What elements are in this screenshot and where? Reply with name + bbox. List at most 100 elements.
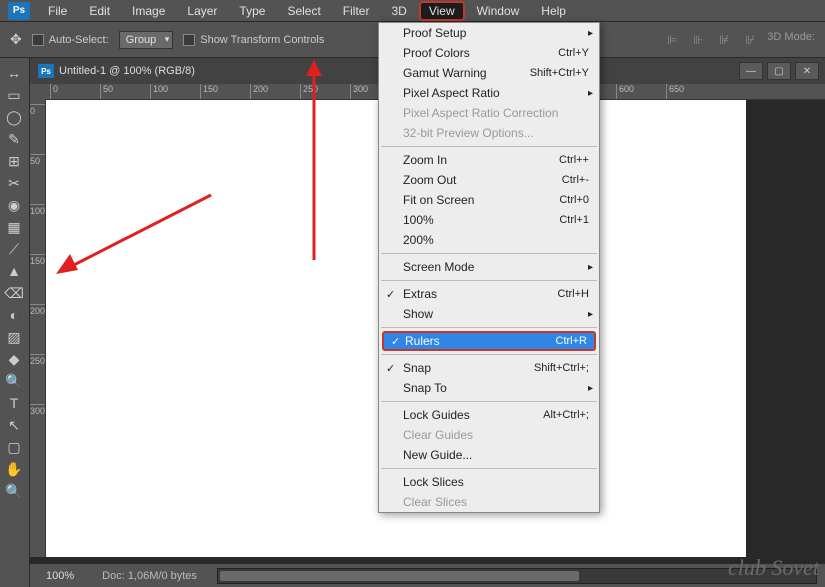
brush-tool[interactable]: ▦ [0,216,28,238]
auto-select-checkbox[interactable]: Auto-Select: [32,34,109,46]
check-icon: ✓ [391,335,400,348]
menu-file[interactable]: File [38,1,77,21]
path-select-tool[interactable]: ↖ [0,414,28,436]
menu-image[interactable]: Image [122,1,175,21]
vertical-ruler[interactable]: 0 50 100 150 200 250 300 [30,100,46,557]
menu-item-zoom-out[interactable]: Zoom OutCtrl+- [379,170,599,190]
distribute-icon[interactable]: ⊮ [741,31,759,49]
menu-select[interactable]: Select [277,1,330,21]
minimize-button[interactable]: — [739,62,763,80]
menu-edit[interactable]: Edit [79,1,120,21]
menu-item-rulers[interactable]: ✓RulersCtrl+R [382,331,596,351]
menu-item-screen-mode[interactable]: Screen Mode ▸ [379,257,599,277]
menu-item-new-guide-[interactable]: New Guide... [379,445,599,465]
checkbox-icon[interactable] [183,34,195,46]
zoom-tool[interactable]: 🔍 [0,480,28,502]
eyedropper-tool[interactable]: ✂ [0,172,28,194]
submenu-arrow-icon: ▸ [588,262,593,273]
document-tab[interactable]: Ps Untitled-1 @ 100% (RGB/8) [38,64,195,78]
check-icon: ✓ [386,362,395,375]
menu-item-label: 200% [403,233,434,247]
align-icon[interactable]: ⊪ [689,31,707,49]
menu-type[interactable]: Type [229,1,275,21]
menu-view[interactable]: View [419,1,465,21]
stamp-tool[interactable]: ⟋ [0,238,28,260]
menu-item-label: Clear Guides [403,428,473,442]
menu-item-label: Snap [403,361,431,375]
gradient-tool[interactable]: ◐ [0,304,28,326]
menu-item-100-[interactable]: 100%Ctrl+1 [379,210,599,230]
menu-item-label: Lock Slices [403,475,464,489]
crop-tool[interactable]: ⊞ [0,150,28,172]
wand-tool[interactable]: ✎ [0,128,28,150]
menu-item-label: Zoom In [403,153,447,167]
transform-checkbox[interactable]: Show Transform Controls [183,34,324,46]
menu-item-fit-on-screen[interactable]: Fit on ScreenCtrl+0 [379,190,599,210]
ruler-tick: 150 [200,84,218,100]
menu-item-snap[interactable]: ✓SnapShift+Ctrl+; [379,358,599,378]
document-title: Untitled-1 @ 100% (RGB/8) [59,65,195,77]
menu-item-proof-colors[interactable]: Proof ColorsCtrl+Y [379,43,599,63]
menu-item-label: Screen Mode [403,260,474,274]
menu-item-proof-setup[interactable]: Proof Setup▸ [379,23,599,43]
history-brush-tool[interactable]: ▲ [0,260,28,282]
align-icon[interactable]: ⊫ [663,31,681,49]
checkbox-icon[interactable] [32,34,44,46]
ruler-tick: 300 [350,84,368,100]
type-tool[interactable]: T [0,392,28,414]
dodge-tool[interactable]: ◆ [0,348,28,370]
submenu-arrow-icon: ▸ [588,28,593,39]
menu-item-label: 100% [403,213,434,227]
menu-item-lock-slices[interactable]: Lock Slices [379,472,599,492]
blur-tool[interactable]: ▨ [0,326,28,348]
menu-item-clear-guides: Clear Guides [379,425,599,445]
ruler-tick: 50 [30,154,46,166]
move-tool[interactable]: ↔ [0,62,28,84]
ruler-tick: 150 [30,254,46,266]
ruler-tick: 0 [50,84,58,100]
lasso-tool[interactable]: ◯ [0,106,28,128]
auto-select-label: Auto-Select: [49,34,109,46]
maximize-button[interactable]: ▢ [767,62,791,80]
distribute-icon[interactable]: ⊯ [715,31,733,49]
menu-layer[interactable]: Layer [177,1,227,21]
menu-help[interactable]: Help [531,1,576,21]
menu-item-zoom-in[interactable]: Zoom InCtrl++ [379,150,599,170]
close-button[interactable]: ✕ [795,62,819,80]
zoom-level[interactable]: 100% [38,568,82,584]
group-dropdown[interactable]: Group [119,31,174,49]
menu-item-label: 32-bit Preview Options... [403,126,534,140]
menu-item-label: Pixel Aspect Ratio [403,86,500,100]
eraser-tool[interactable]: ⌫ [0,282,28,304]
menu-item-label: Extras [403,287,437,301]
heal-tool[interactable]: ◉ [0,194,28,216]
submenu-arrow-icon: ▸ [588,383,593,394]
view-dropdown: Proof Setup▸Proof ColorsCtrl+YGamut Warn… [378,22,600,513]
ruler-tick: 250 [30,354,46,366]
ruler-tick: 50 [100,84,113,100]
scrollbar-thumb[interactable] [220,571,579,581]
submenu-arrow-icon: ▸ [588,88,593,99]
menu-item-label: New Guide... [403,448,472,462]
hand-tool[interactable]: ✋ [0,458,28,480]
shortcut-label: Ctrl+- [562,174,589,186]
menu-3d[interactable]: 3D [381,1,416,21]
menu-item-snap-to[interactable]: Snap To▸ [379,378,599,398]
menu-item-extras[interactable]: ✓ExtrasCtrl+H [379,284,599,304]
document-info[interactable]: Doc: 1,06M/0 bytes [102,570,197,582]
shape-tool[interactable]: ▢ [0,436,28,458]
marquee-tool[interactable]: ▭ [0,84,28,106]
ruler-tick: 300 [30,404,46,416]
menu-item-pixel-aspect-ratio[interactable]: Pixel Aspect Ratio ▸ [379,83,599,103]
menu-item-lock-guides[interactable]: Lock GuidesAlt+Ctrl+; [379,405,599,425]
ruler-tick: 100 [150,84,168,100]
menu-item-show[interactable]: Show▸ [379,304,599,324]
menu-item-gamut-warning[interactable]: Gamut WarningShift+Ctrl+Y [379,63,599,83]
menu-item-200-[interactable]: 200% [379,230,599,250]
annotation-arrow [300,60,330,260]
menu-window[interactable]: Window [467,1,530,21]
menu-filter[interactable]: Filter [333,1,380,21]
pen-tool[interactable]: 🔍 [0,370,28,392]
shortcut-label: Shift+Ctrl+Y [530,67,589,79]
move-tool-icon: ✥ [10,31,22,48]
